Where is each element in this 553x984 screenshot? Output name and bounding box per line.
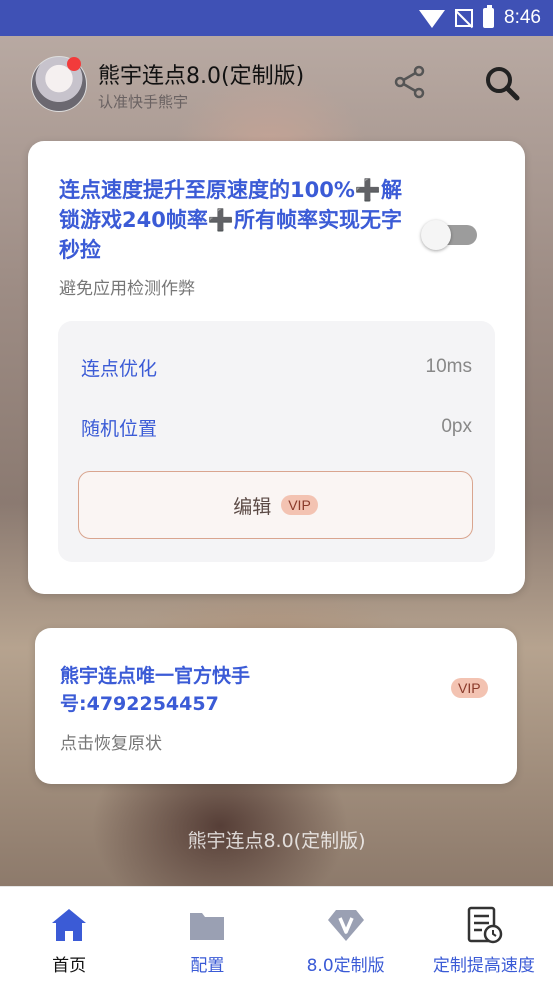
folder-icon [190, 913, 225, 940]
edit-button-label: 编辑 [233, 495, 272, 518]
nav-label-custom-8: 8.0定制版 [306, 956, 385, 976]
battery-icon [483, 5, 495, 28]
nav-item-speed[interactable]: 定制提高速度 [415, 887, 553, 984]
settings-panel: 连点优化 10ms 随机位置 0px 编辑 VIP [58, 321, 495, 562]
app-title: 熊宇连点8.0(定制版) [98, 64, 305, 89]
home-icon [52, 909, 87, 941]
official-account-subtitle: 点击恢复原状 [60, 734, 162, 754]
toggle-knob[interactable] [421, 220, 451, 250]
nav-item-custom-8[interactable]: 8.0定制版 [277, 887, 415, 984]
nav-item-config[interactable]: 配置 [138, 887, 276, 984]
click-optimize-value: 10ms [425, 356, 472, 377]
app-subtitle: 认准快手熊宇 [98, 93, 189, 111]
edit-button[interactable]: 编辑 VIP [78, 471, 473, 539]
notification-dot [67, 57, 81, 71]
status-bar: 8:46 [0, 0, 553, 36]
bottom-nav: 首页 配置 8.0定制版 定制提高速度 [0, 886, 553, 984]
wifi-icon [419, 10, 446, 28]
speed-boost-card: 连点速度提升至原速度的100%➕解锁游戏240帧率➕所有帧率实现无字秒捡 避免应… [28, 141, 525, 594]
official-account-card[interactable]: 熊宇连点唯一官方快手号:4792254457 VIP 点击恢复原状 [35, 628, 517, 784]
nav-label-home: 首页 [52, 956, 87, 976]
app-header: 熊宇连点8.0(定制版) 认准快手熊宇 [0, 36, 553, 136]
click-optimize-label: 连点优化 [81, 358, 158, 380]
speed-boost-subtitle: 避免应用检测作弊 [59, 279, 195, 299]
diamond-v-icon [327, 910, 364, 941]
random-position-value: 0px [441, 416, 472, 437]
document-clock-icon [467, 906, 503, 944]
vip-badge: VIP [451, 678, 488, 698]
footer-text: 熊宇连点8.0(定制版) [187, 830, 366, 852]
official-account-title: 熊宇连点唯一官方快手号:4792254457 [60, 665, 251, 715]
status-time: 8:46 [504, 7, 541, 28]
nav-item-home[interactable]: 首页 [0, 887, 138, 984]
nav-label-config: 配置 [190, 956, 225, 976]
random-position-label: 随机位置 [81, 418, 158, 440]
speed-boost-title: 连点速度提升至原速度的100%➕解锁游戏240帧率➕所有帧率实现无字秒捡 [59, 178, 403, 262]
search-icon[interactable] [483, 64, 521, 102]
vip-badge: VIP [281, 495, 318, 515]
share-icon[interactable] [392, 64, 428, 100]
nav-label-speed: 定制提高速度 [432, 956, 535, 976]
no-signal-icon [455, 9, 474, 27]
